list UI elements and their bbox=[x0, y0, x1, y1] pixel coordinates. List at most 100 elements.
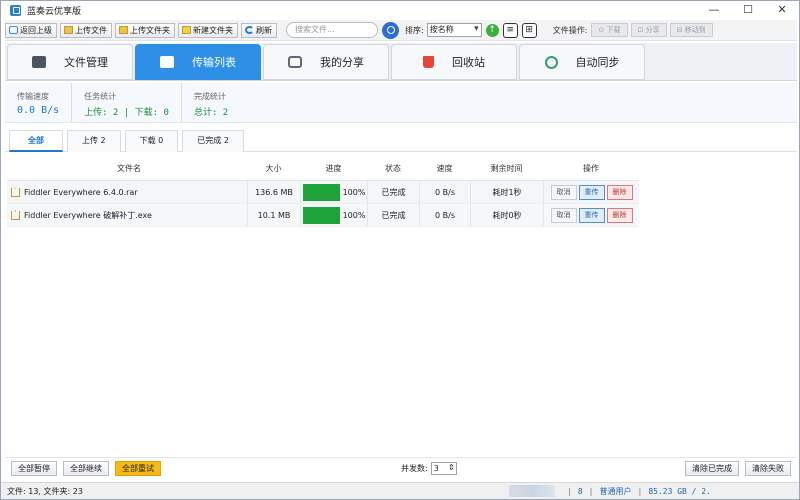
progress-text: 100% bbox=[342, 187, 366, 197]
filter-tab-upload[interactable]: 上传 2 bbox=[67, 130, 121, 152]
filter-tabs: 全部 上传 2 下载 0 已完成 2 bbox=[5, 127, 797, 152]
file-size: 136.6 MB bbox=[247, 181, 300, 203]
cancel-button[interactable]: 取消 bbox=[550, 184, 577, 200]
table-header: 文件名 大小 进度 状态 速度 剩余时间 操作 bbox=[7, 156, 639, 181]
upload-folder-button[interactable]: 上传文件夹 bbox=[115, 22, 175, 38]
refresh-button[interactable]: 刷新 bbox=[241, 22, 277, 38]
tab-label: 我的分享 bbox=[320, 56, 364, 69]
title-bar: 蓝奏云优享版 — ☐ ✕ bbox=[1, 1, 799, 19]
concurrency-control: 并发数: 3 bbox=[401, 462, 457, 475]
filter-tab-all[interactable]: 全部 bbox=[9, 130, 63, 152]
file-name-cell: Fiddler Everywhere 6.4.0.rar bbox=[7, 187, 247, 197]
delete-button[interactable]: 删除 bbox=[606, 207, 633, 223]
trash-icon bbox=[423, 56, 434, 68]
table-row[interactable]: Fiddler Everywhere 6.4.0.rar 136.6 MB 10… bbox=[7, 181, 639, 204]
col-status[interactable]: 状态 bbox=[367, 163, 419, 174]
ops-cell: 取消 重传 删除 bbox=[543, 204, 639, 226]
move-button[interactable]: ⊟ 移动到 bbox=[669, 23, 713, 37]
retry-button[interactable]: 重传 bbox=[578, 207, 605, 223]
search-icon[interactable] bbox=[382, 21, 399, 39]
progress-bar bbox=[302, 183, 340, 201]
main-tabs: 文件管理 传输列表 我的分享 回收站 自动同步 bbox=[5, 43, 797, 81]
clear-buttons: 清除已完成 清除失败 bbox=[679, 461, 791, 476]
task-value: 上传: 2 | 下载: 0 bbox=[84, 108, 169, 118]
download-button[interactable]: ⊙ 下载 bbox=[591, 23, 628, 37]
done-label: 完成统计 bbox=[193, 92, 226, 101]
retry-all-button[interactable]: 全部重试 bbox=[115, 461, 161, 476]
tab-label: 自动同步 bbox=[575, 56, 620, 69]
col-name[interactable]: 文件名 bbox=[7, 163, 247, 174]
upload-icon bbox=[11, 210, 20, 220]
tab-my-share[interactable]: 我的分享 bbox=[263, 44, 389, 80]
status-text: 已完成 bbox=[367, 181, 419, 203]
tab-label: 传输列表 bbox=[192, 56, 236, 69]
new-folder-button[interactable]: 新建文件夹 bbox=[178, 22, 238, 38]
share-button[interactable]: ⊡ 分享 bbox=[630, 23, 667, 37]
filter-tab-download[interactable]: 下载 0 bbox=[124, 130, 179, 152]
upload-folder-icon bbox=[119, 26, 128, 34]
tab-auto-sync[interactable]: 自动同步 bbox=[519, 44, 645, 80]
remaining-text: 耗时0秒 bbox=[470, 204, 543, 226]
retry-button[interactable]: 重传 bbox=[578, 184, 605, 200]
resume-all-button[interactable]: 全部继续 bbox=[63, 461, 109, 476]
refresh-label: 刷新 bbox=[256, 25, 272, 35]
back-button[interactable]: 返回上级 bbox=[5, 22, 57, 38]
table-row[interactable]: Fiddler Everywhere 破解补丁.exe 10.1 MB 100%… bbox=[7, 204, 639, 227]
col-size[interactable]: 大小 bbox=[247, 163, 300, 174]
col-speed[interactable]: 速度 bbox=[419, 163, 470, 174]
refresh-icon bbox=[245, 26, 254, 34]
cancel-button[interactable]: 取消 bbox=[550, 207, 577, 223]
tab-file-manager[interactable]: 文件管理 bbox=[7, 44, 133, 80]
status-bar: 文件: 13, 文件夹: 23 | 8 | 普通用户 | 85.23 GB / … bbox=[1, 482, 799, 499]
clear-failed-button[interactable]: 清除失败 bbox=[745, 461, 791, 476]
bottom-bar: 全部暂停 全部继续 全部重试 并发数: 3 清除已完成 清除失败 bbox=[5, 457, 797, 479]
filter-tab-completed[interactable]: 已完成 2 bbox=[182, 130, 244, 152]
sort-direction-icon[interactable]: ↑ bbox=[485, 23, 499, 37]
done-value: 总计: 2 bbox=[193, 108, 229, 118]
tab-recycle-bin[interactable]: 回收站 bbox=[391, 44, 517, 80]
sort-select[interactable]: 按名称 bbox=[426, 23, 482, 37]
file-ops-label: 文件操作: bbox=[552, 25, 588, 35]
app-window: 蓝奏云优享版 — ☐ ✕ 返回上级 上传文件 上传文件夹 新建文件夹 刷新 搜索… bbox=[0, 0, 800, 500]
upload-file-icon bbox=[64, 26, 73, 34]
share-label: 分享 bbox=[645, 26, 660, 34]
concurrency-label: 并发数: bbox=[401, 464, 428, 473]
upload-icon bbox=[11, 187, 20, 197]
speed-stat: 传输速度 0.0 B/s bbox=[5, 83, 59, 122]
back-arrow-icon bbox=[9, 26, 18, 34]
maximize-button[interactable]: ☐ bbox=[731, 1, 765, 19]
progress-text: 100% bbox=[342, 210, 366, 220]
progress-bar bbox=[302, 206, 340, 224]
list-view-icon[interactable]: ≡ bbox=[502, 22, 518, 38]
col-remaining[interactable]: 剩余时间 bbox=[470, 163, 543, 174]
speed-value: 0.0 B/s bbox=[17, 105, 60, 116]
window-title: 蓝奏云优享版 bbox=[27, 6, 82, 17]
transfer-table: 文件名 大小 进度 状态 速度 剩余时间 操作 Fiddler Everywhe… bbox=[7, 156, 639, 227]
close-button[interactable]: ✕ bbox=[765, 1, 799, 19]
clear-completed-button[interactable]: 清除已完成 bbox=[685, 461, 739, 476]
account-info: | 8 | 普通用户 | 85.23 GB / 2. bbox=[567, 486, 711, 496]
progress-cell: 100% bbox=[300, 181, 367, 203]
delete-button[interactable]: 删除 bbox=[606, 184, 633, 200]
ops-cell: 取消 重传 删除 bbox=[543, 181, 639, 203]
status-segment: 8 bbox=[577, 486, 583, 496]
upload-file-button[interactable]: 上传文件 bbox=[60, 22, 112, 38]
col-ops: 操作 bbox=[583, 163, 599, 173]
minimize-button[interactable]: — bbox=[697, 1, 731, 19]
search-input[interactable]: 搜索文件... bbox=[286, 22, 378, 38]
tab-label: 文件管理 bbox=[64, 56, 108, 69]
task-label: 任务统计 bbox=[84, 92, 117, 101]
download-label: 下载 bbox=[606, 26, 621, 34]
tab-transfer-list[interactable]: 传输列表 bbox=[135, 44, 261, 80]
transfer-icon bbox=[160, 56, 174, 68]
share-icon: ⊡ bbox=[637, 26, 646, 34]
concurrency-stepper[interactable]: 3 bbox=[430, 462, 457, 475]
grid-view-icon[interactable]: ⊞ bbox=[521, 22, 537, 38]
toolbar: 返回上级 上传文件 上传文件夹 新建文件夹 刷新 搜索文件... 排序: 按名称… bbox=[5, 20, 797, 41]
app-logo-icon bbox=[10, 4, 21, 16]
done-stat: 完成统计 总计: 2 bbox=[180, 83, 229, 122]
file-count-text: 文件: 13, 文件夹: 23 bbox=[7, 486, 83, 496]
upload-file-label: 上传文件 bbox=[75, 25, 107, 35]
pause-all-button[interactable]: 全部暂停 bbox=[11, 461, 57, 476]
col-progress[interactable]: 进度 bbox=[300, 163, 367, 174]
